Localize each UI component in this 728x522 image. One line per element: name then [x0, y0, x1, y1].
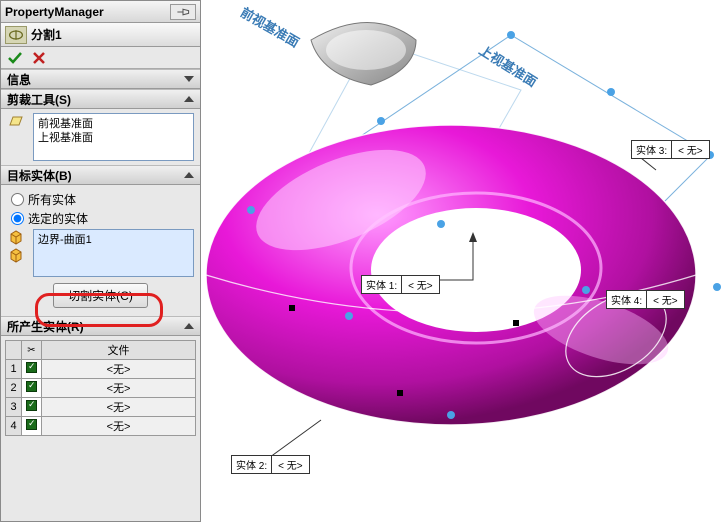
model-render [201, 0, 728, 522]
section-results-body: ✂ 文件 1<无> 2<无> 3<无> 4<无> [1, 336, 200, 438]
section-target-body: 所有实体 选定的实体 边界-曲面1 切割实体(C) [1, 185, 200, 316]
list-item[interactable]: 前视基准面 [38, 117, 189, 131]
pin-icon[interactable] [170, 4, 196, 20]
pm-header: PropertyManager [1, 1, 200, 23]
results-table: ✂ 文件 1<无> 2<无> 3<无> 4<无> [5, 340, 196, 436]
list-item[interactable]: 上视基准面 [38, 131, 189, 145]
plane-handle[interactable] [247, 206, 255, 214]
split-feature-icon [5, 26, 27, 44]
plane-handle[interactable] [507, 31, 515, 39]
table-header-row: ✂ 文件 [6, 341, 196, 360]
cancel-button[interactable] [31, 50, 47, 66]
table-row[interactable]: 1<无> [6, 360, 196, 379]
plane-handle[interactable] [713, 283, 721, 291]
plane-handle[interactable] [607, 88, 615, 96]
scissors-icon: ✂ [27, 345, 35, 356]
trim-tools-list[interactable]: 前视基准面 上视基准面 [33, 113, 194, 161]
radio-selected-bodies[interactable]: 选定的实体 [7, 210, 194, 227]
section-info-header[interactable]: 信息 [1, 69, 200, 89]
cut-bodies-button[interactable]: 切割实体(C) [53, 283, 148, 308]
ok-button[interactable] [7, 50, 23, 66]
body-icon [7, 229, 25, 245]
graphics-viewport[interactable]: 前视基准面 上视基准面 实体 1: < 无> 实体 2: < 无> 实体 3: … [201, 0, 728, 522]
plane-handle[interactable] [582, 286, 590, 294]
pm-title: PropertyManager [5, 5, 170, 19]
table-row[interactable]: 4<无> [6, 417, 196, 436]
section-trim-body: 前视基准面 上视基准面 [1, 109, 200, 165]
plane-handle[interactable] [437, 220, 445, 228]
body-callout[interactable]: 实体 3: < 无> [631, 140, 710, 159]
checkbox-checked-icon[interactable] [26, 362, 37, 373]
body-callout[interactable]: 实体 1: < 无> [361, 275, 440, 294]
confirm-bar [1, 47, 200, 69]
target-bodies-list[interactable]: 边界-曲面1 [33, 229, 194, 277]
chevron-down-icon [184, 76, 194, 82]
property-manager-panel: PropertyManager 分割1 信息 剪裁工具(S) 前视基准面 上视基… [0, 0, 201, 522]
section-target-header[interactable]: 目标实体(B) [1, 165, 200, 185]
section-results-header[interactable]: 所产生实体(R) [1, 316, 200, 336]
chevron-up-icon [184, 96, 194, 102]
plane-handle[interactable] [377, 117, 385, 125]
chevron-up-icon [184, 172, 194, 178]
table-row[interactable]: 3<无> [6, 398, 196, 417]
checkbox-checked-icon[interactable] [26, 400, 37, 411]
plane-icon [7, 113, 25, 129]
plane-handle[interactable] [345, 312, 353, 320]
body-callout[interactable]: 实体 4: < 无> [606, 290, 685, 309]
body-callout[interactable]: 实体 2: < 无> [231, 455, 310, 474]
feature-name: 分割1 [31, 26, 62, 43]
section-trim-header[interactable]: 剪裁工具(S) [1, 89, 200, 109]
checkbox-checked-icon[interactable] [26, 381, 37, 392]
table-row[interactable]: 2<无> [6, 379, 196, 398]
chevron-up-icon [184, 323, 194, 329]
checkbox-checked-icon[interactable] [26, 419, 37, 430]
feature-title-bar: 分割1 [1, 23, 200, 47]
list-item[interactable]: 边界-曲面1 [38, 233, 189, 247]
body-icon [7, 247, 25, 263]
radio-all-bodies[interactable]: 所有实体 [7, 191, 194, 208]
plane-handle[interactable] [447, 411, 455, 419]
